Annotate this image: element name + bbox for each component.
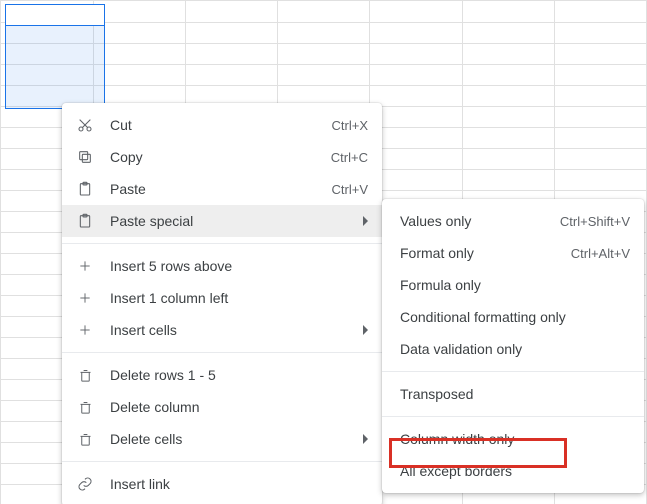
submenu-item-data-validation[interactable]: Data validation only — [382, 333, 644, 365]
trash-icon — [74, 429, 96, 449]
menu-item-shortcut: Ctrl+Alt+V — [571, 246, 630, 261]
menu-item-insert-cells[interactable]: Insert cells — [62, 314, 382, 346]
paste-icon — [74, 179, 96, 199]
menu-item-label: Delete cells — [110, 431, 353, 447]
menu-item-label: Copy — [110, 149, 331, 165]
menu-separator — [382, 416, 644, 417]
menu-item-label: Insert link — [110, 476, 368, 492]
menu-item-cut[interactable]: Cut Ctrl+X — [62, 109, 382, 141]
menu-item-delete-cells[interactable]: Delete cells — [62, 423, 382, 455]
paste-special-submenu: Values only Ctrl+Shift+V Format only Ctr… — [382, 199, 644, 493]
menu-separator — [62, 461, 382, 462]
menu-item-insert-column[interactable]: Insert 1 column left — [62, 282, 382, 314]
menu-separator — [62, 352, 382, 353]
menu-item-label: Insert 5 rows above — [110, 258, 368, 274]
menu-separator — [382, 371, 644, 372]
submenu-item-format-only[interactable]: Format only Ctrl+Alt+V — [382, 237, 644, 269]
menu-item-label: Format only — [400, 245, 571, 261]
submenu-item-conditional-formatting[interactable]: Conditional formatting only — [382, 301, 644, 333]
menu-item-label: Conditional formatting only — [400, 309, 630, 325]
menu-item-label: Formula only — [400, 277, 630, 293]
plus-icon — [74, 320, 96, 340]
menu-item-delete-column[interactable]: Delete column — [62, 391, 382, 423]
menu-item-label: Data validation only — [400, 341, 630, 357]
menu-item-label: Delete column — [110, 399, 368, 415]
menu-item-insert-link[interactable]: Insert link — [62, 468, 382, 500]
menu-item-label: Paste — [110, 181, 332, 197]
menu-item-insert-rows[interactable]: Insert 5 rows above — [62, 250, 382, 282]
menu-item-copy[interactable]: Copy Ctrl+C — [62, 141, 382, 173]
submenu-arrow-icon — [363, 434, 368, 444]
submenu-arrow-icon — [363, 325, 368, 335]
submenu-item-column-width[interactable]: Column width only — [382, 423, 644, 455]
submenu-item-formula-only[interactable]: Formula only — [382, 269, 644, 301]
trash-icon — [74, 365, 96, 385]
submenu-item-transposed[interactable]: Transposed — [382, 378, 644, 410]
menu-item-paste-special[interactable]: Paste special — [62, 205, 382, 237]
menu-item-label: Delete rows 1 - 5 — [110, 367, 368, 383]
menu-item-label: Cut — [110, 117, 332, 133]
link-icon — [74, 474, 96, 494]
paste-icon — [74, 211, 96, 231]
menu-item-shortcut: Ctrl+V — [332, 182, 368, 197]
context-menu: Cut Ctrl+X Copy Ctrl+C Paste Ctrl+V Past… — [62, 103, 382, 504]
plus-icon — [74, 256, 96, 276]
menu-item-label: Paste special — [110, 213, 353, 229]
submenu-item-all-except-borders[interactable]: All except borders — [382, 455, 644, 487]
copy-icon — [74, 147, 96, 167]
menu-item-label: Values only — [400, 213, 560, 229]
cut-icon — [74, 115, 96, 135]
menu-item-label: Insert cells — [110, 322, 353, 338]
menu-item-label: Insert 1 column left — [110, 290, 368, 306]
menu-item-shortcut: Ctrl+C — [331, 150, 368, 165]
menu-item-label: All except borders — [400, 463, 630, 479]
menu-item-delete-rows[interactable]: Delete rows 1 - 5 — [62, 359, 382, 391]
menu-item-shortcut: Ctrl+Shift+V — [560, 214, 630, 229]
menu-separator — [62, 243, 382, 244]
submenu-arrow-icon — [363, 216, 368, 226]
submenu-item-values-only[interactable]: Values only Ctrl+Shift+V — [382, 205, 644, 237]
menu-item-label: Transposed — [400, 386, 630, 402]
plus-icon — [74, 288, 96, 308]
menu-item-label: Column width only — [400, 431, 630, 447]
menu-item-paste[interactable]: Paste Ctrl+V — [62, 173, 382, 205]
trash-icon — [74, 397, 96, 417]
menu-item-shortcut: Ctrl+X — [332, 118, 368, 133]
